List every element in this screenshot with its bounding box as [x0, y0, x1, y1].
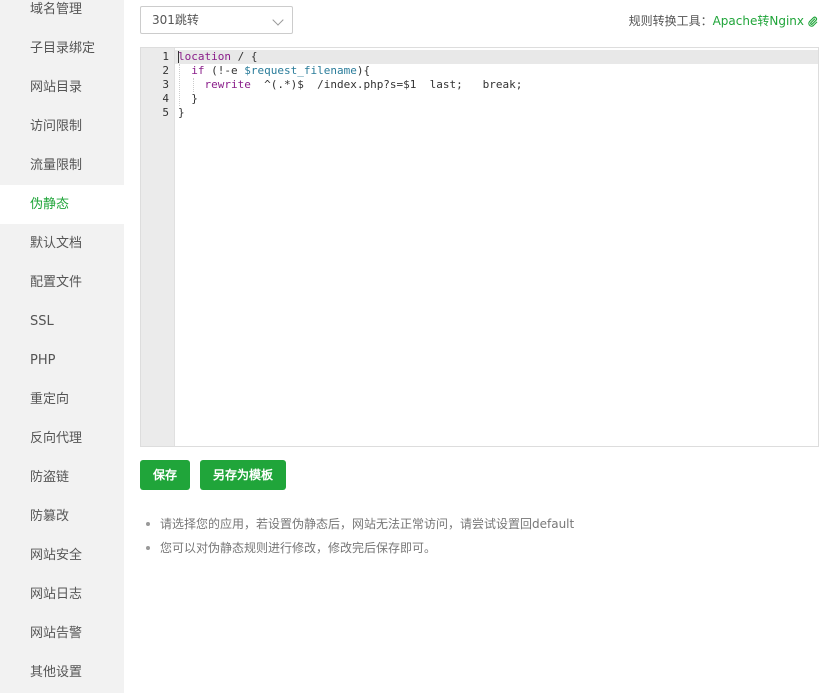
sidebar-item-access-restriction[interactable]: 访问限制 [0, 107, 124, 146]
rule-conversion-label: 规则转换工具： [628, 14, 713, 28]
code-line: location / { [178, 50, 258, 63]
sidebar-item-site-logs[interactable]: 网站日志 [0, 575, 124, 614]
save-as-template-button[interactable]: 另存为模板 [200, 460, 286, 490]
sidebar-item-subdirectory-binding[interactable]: 子目录绑定 [0, 29, 124, 68]
rule-conversion-tool: 规则转换工具：Apache转Nginx [629, 12, 818, 29]
apache-to-nginx-link[interactable]: Apache转Nginx [713, 14, 804, 28]
sidebar-item-config-file[interactable]: 配置文件 [0, 263, 124, 302]
code-line: } [178, 92, 198, 105]
sidebar-item-php[interactable]: PHP [0, 341, 124, 380]
line-number: 5 [162, 106, 169, 119]
chevron-down-icon [272, 14, 284, 26]
sidebar-item-tamper-protection[interactable]: 防篡改 [0, 497, 124, 536]
code-line: rewrite ^(.*)$ /index.php?s=$1 last; bre… [204, 78, 523, 91]
sidebar-item-site-alerts[interactable]: 网站告警 [0, 614, 124, 653]
code-line: if (!-e $request_filename){ [191, 64, 371, 77]
sidebar-item-other-settings[interactable]: 其他设置 [0, 653, 124, 692]
line-number: 1 [162, 50, 169, 63]
rewrite-template-select[interactable]: 301跳转 [140, 6, 293, 34]
sidebar-item-reverse-proxy[interactable]: 反向代理 [0, 419, 124, 458]
code-line: } [178, 106, 185, 119]
sidebar-item-site-security[interactable]: 网站安全 [0, 536, 124, 575]
code-editor[interactable]: 1 2 3 4 5 location / { if (!-e $request_… [140, 47, 819, 447]
sidebar-item-ssl[interactable]: SSL [0, 302, 124, 341]
sidebar-item-rewrite[interactable]: 伪静态 [0, 185, 124, 224]
sidebar-item-site-directory[interactable]: 网站目录 [0, 68, 124, 107]
rewrite-template-select-value: 301跳转 [152, 13, 199, 27]
main-panel: 301跳转 规则转换工具：Apache转Nginx 1 2 3 4 5 loca… [124, 0, 836, 693]
sidebar-item-hotlink-protection[interactable]: 防盗链 [0, 458, 124, 497]
line-number: 3 [162, 78, 169, 91]
sidebar-item-traffic-limit[interactable]: 流量限制 [0, 146, 124, 185]
tip-item: 您可以对伪静态规则进行修改，修改完后保存即可。 [144, 536, 574, 560]
line-number: 4 [162, 92, 169, 105]
sidebar-item-redirect[interactable]: 重定向 [0, 380, 124, 419]
sidebar-item-default-document[interactable]: 默认文档 [0, 224, 124, 263]
tips-list: 请选择您的应用，若设置伪静态后，网站无法正常访问，请尝试设置回default 您… [144, 512, 574, 560]
text-cursor [178, 51, 179, 63]
paperclip-icon [808, 16, 818, 27]
sidebar-item-domain-management[interactable]: 域名管理 [0, 0, 124, 29]
line-number: 2 [162, 64, 169, 77]
sidebar: 域名管理 子目录绑定 网站目录 访问限制 流量限制 伪静态 默认文档 配置文件 … [0, 0, 124, 693]
tip-item: 请选择您的应用，若设置伪静态后，网站无法正常访问，请尝试设置回default [144, 512, 574, 536]
save-button[interactable]: 保存 [140, 460, 190, 490]
